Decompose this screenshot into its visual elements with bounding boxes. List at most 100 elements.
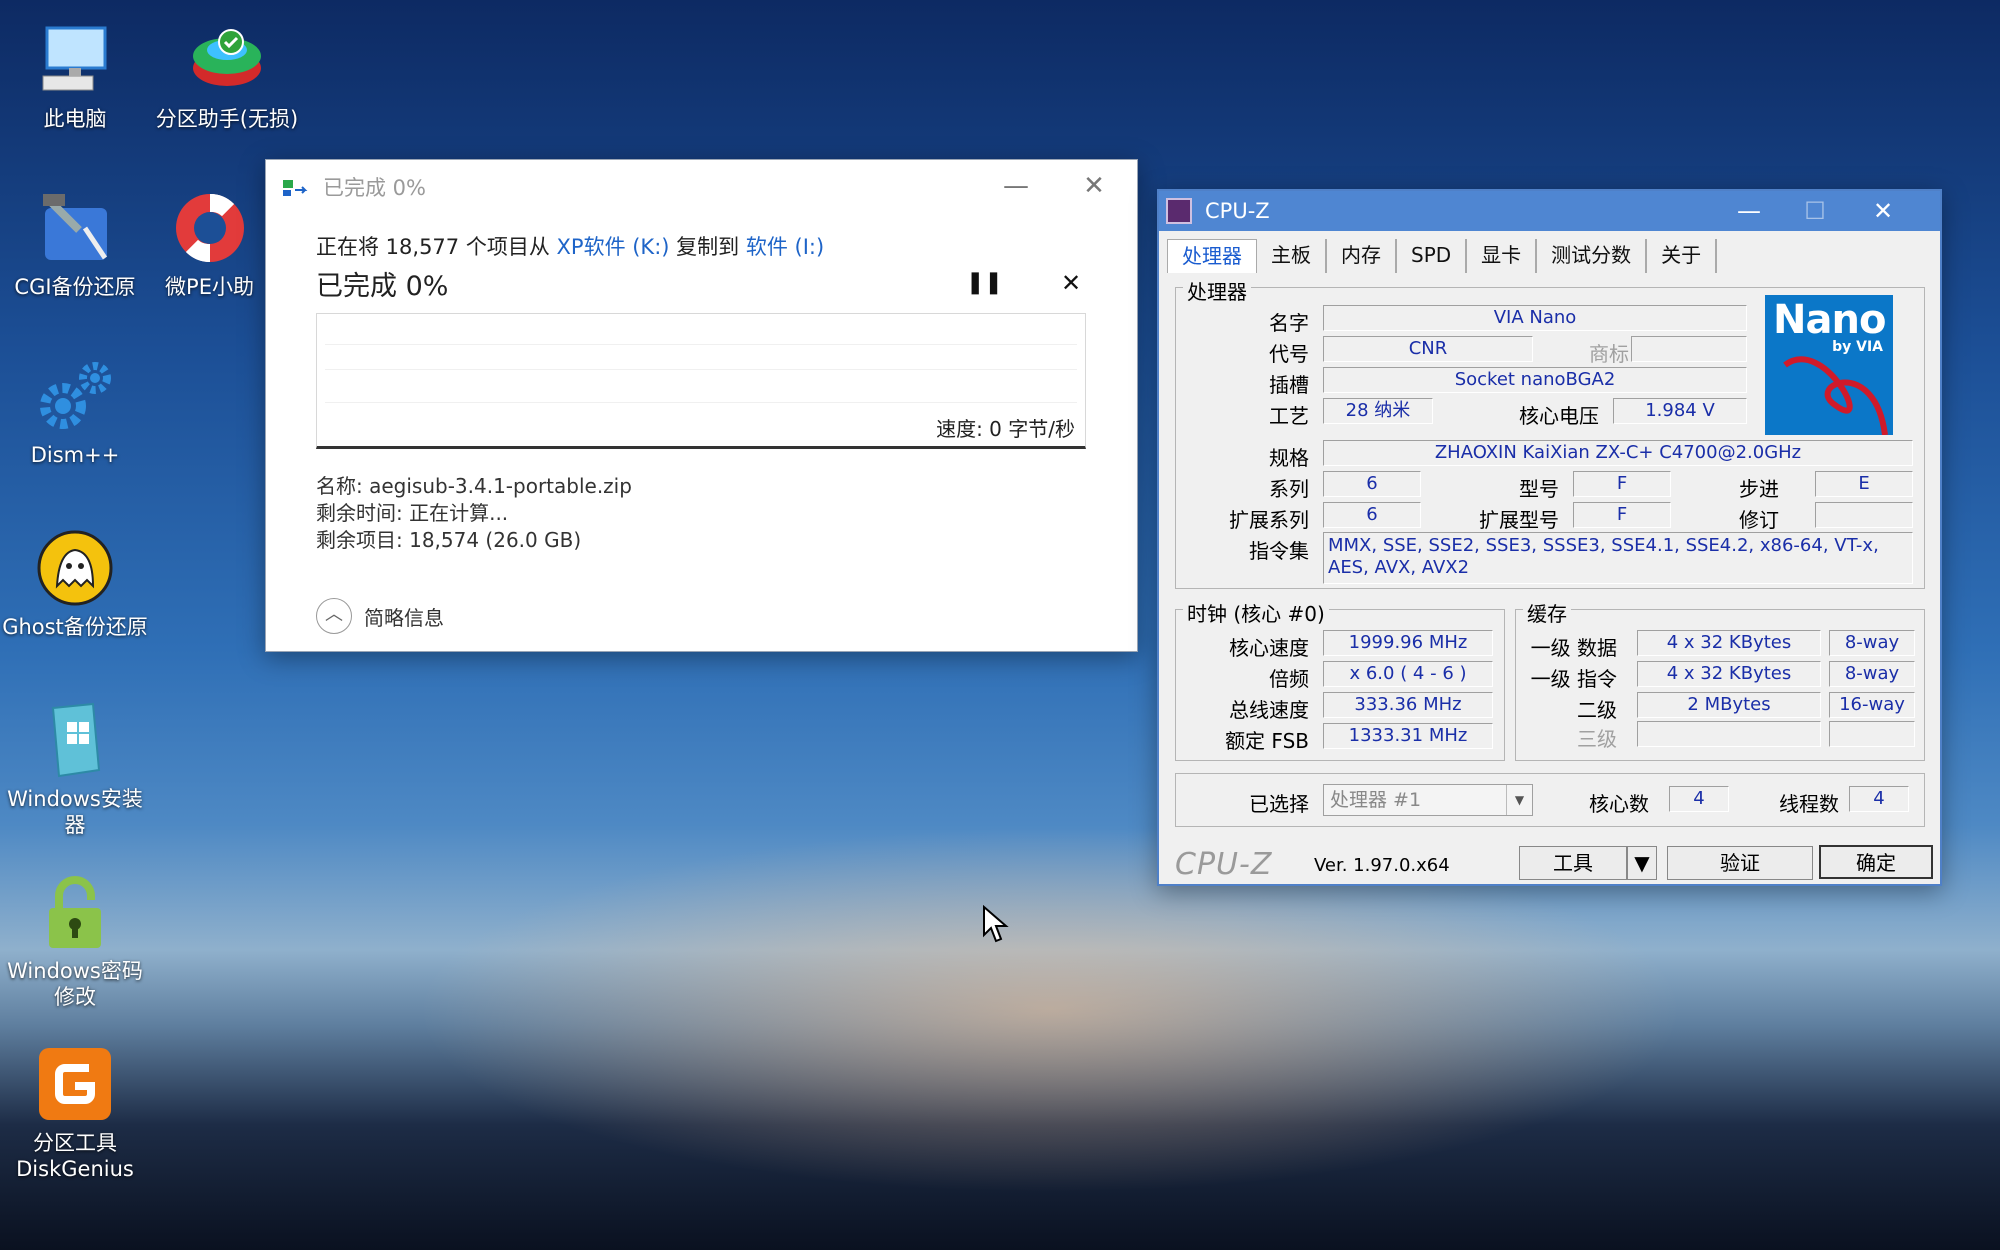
ext-model-value: F	[1573, 502, 1671, 528]
desktop-icon-label: Windows安装器	[7, 787, 143, 837]
codename-label: 代号	[1269, 342, 1309, 366]
copy-progress-heading: 已完成 0%	[316, 271, 449, 302]
instructions-value: MMX, SSE, SSE2, SSE3, SSSE3, SSE4.1, SSE…	[1323, 532, 1913, 584]
l2-way-value: 16-way	[1829, 692, 1915, 718]
desktop-icon-label: Windows密码修改	[7, 959, 143, 1009]
desktop-icon-windows-installer[interactable]: Windows安装器	[0, 700, 150, 838]
copy-items-remaining: 剩余项目: 18,574 (26.0 GB)	[316, 528, 582, 552]
trademark-label: 商标	[1589, 342, 1629, 366]
graph-gridline	[325, 402, 1077, 403]
desktop-icon-label: 分区助手(无损)	[155, 107, 299, 131]
desktop-icon-partition-assistant[interactable]: 分区助手(无损)	[152, 20, 302, 132]
tab-memory[interactable]: 内存	[1327, 239, 1397, 273]
ext-family-label: 扩展系列	[1229, 508, 1309, 532]
gears-icon	[35, 356, 115, 436]
cancel-copy-button[interactable]: ✕	[1056, 268, 1086, 298]
threads-value: 4	[1849, 786, 1909, 812]
padlock-icon	[35, 872, 115, 952]
copy-dialog-titlebar[interactable]: 已完成 0% — ✕	[266, 160, 1137, 212]
technology-value: 28 纳米	[1323, 398, 1433, 424]
diskgenius-icon	[35, 1044, 115, 1124]
brief-info-toggle[interactable]: ︿ 简略信息	[316, 598, 444, 634]
desktop-icon-label: 微PE小助	[165, 275, 254, 299]
model-label: 型号	[1519, 477, 1559, 501]
cpuz-maximize-button[interactable]: ☐	[1787, 193, 1843, 229]
cores-label: 核心数	[1589, 792, 1649, 816]
package-value: Socket nanoBGA2	[1323, 367, 1747, 393]
package-label: 插槽	[1269, 373, 1309, 397]
validate-button[interactable]: 验证	[1667, 846, 1813, 880]
l1i-label: 一级 指令	[1530, 667, 1617, 691]
core-speed-value: 1999.96 MHz	[1323, 630, 1493, 656]
cpuz-tabs: 处理器 主板 内存 SPD 显卡 测试分数 关于	[1167, 239, 1718, 273]
copy-transfer-icon	[283, 180, 311, 198]
desktop-icon-diskgenius[interactable]: 分区工具DiskGenius	[0, 1044, 150, 1182]
core-voltage-label: 核心电压	[1519, 404, 1599, 428]
copy-source-link[interactable]: XP软件 (K:)	[557, 235, 670, 259]
desktop-icon-dism[interactable]: Dism++	[0, 356, 150, 468]
revision-value	[1815, 502, 1913, 528]
tools-dropdown-button[interactable]: ▼	[1627, 846, 1657, 880]
model-value: F	[1573, 471, 1671, 497]
l3-label: 三级	[1577, 727, 1617, 751]
desktop-icon-ghost[interactable]: Ghost备份还原	[0, 528, 150, 640]
tab-graphics[interactable]: 显卡	[1467, 239, 1538, 273]
desktop-icon-this-pc[interactable]: 此电脑	[0, 20, 150, 132]
tab-spd[interactable]: SPD	[1397, 239, 1468, 273]
tools-button[interactable]: 工具	[1519, 846, 1627, 880]
cpuz-footer-logo: CPU-Z	[1175, 847, 1273, 882]
codename-value: CNR	[1323, 336, 1533, 362]
core-voltage-value: 1.984 V	[1613, 398, 1747, 424]
cores-value: 4	[1669, 786, 1729, 812]
rated-fsb-value: 1333.31 MHz	[1323, 723, 1493, 749]
graph-gridline	[325, 344, 1077, 345]
copy-dialog-title: 已完成 0%	[323, 176, 426, 200]
chevron-down-icon: ▼	[1506, 785, 1532, 815]
copy-description-prefix: 正在将 18,577 个项目从	[316, 235, 557, 259]
trademark-value	[1631, 336, 1747, 362]
desktop-icon-weipe[interactable]: 微PE小助	[152, 188, 267, 300]
tab-processor[interactable]: 处理器	[1167, 239, 1257, 273]
copy-minimize-button[interactable]: —	[996, 168, 1036, 204]
tab-mainboard[interactable]: 主板	[1257, 239, 1327, 273]
l1i-way-value: 8-way	[1829, 661, 1915, 687]
graph-gridline	[325, 369, 1077, 370]
chevron-down-icon: ▼	[1634, 851, 1650, 875]
l2-value: 2 MBytes	[1637, 692, 1821, 718]
desktop-icon-password-reset[interactable]: Windows密码修改	[0, 872, 150, 1010]
specification-label: 规格	[1269, 446, 1309, 470]
ok-button[interactable]: 确定	[1819, 845, 1933, 879]
copy-speed-graph: 速度: 0 字节/秒	[316, 313, 1086, 449]
core-speed-label: 核心速度	[1229, 636, 1309, 660]
tab-about[interactable]: 关于	[1647, 239, 1718, 273]
windows-installer-icon	[35, 700, 115, 780]
cpuz-minimize-button[interactable]: —	[1721, 193, 1777, 229]
rated-fsb-label: 额定 FSB	[1225, 729, 1309, 753]
cpuz-close-button[interactable]: ✕	[1855, 193, 1911, 229]
cpuz-window: CPU-Z — ☐ ✕ 处理器 主板 内存 SPD 显卡 测试分数 关于 处理器…	[1157, 189, 1942, 886]
cgi-backup-icon	[35, 188, 115, 268]
multiplier-label: 倍频	[1269, 667, 1309, 691]
chevron-up-icon: ︿	[316, 598, 352, 634]
multiplier-value: x 6.0 ( 4 - 6 )	[1323, 661, 1493, 687]
l1d-label: 一级 数据	[1530, 636, 1617, 660]
lifebuoy-icon	[170, 188, 250, 268]
desktop-icon-label: 此电脑	[43, 107, 107, 131]
desktop-icon-cgi-backup[interactable]: CGI备份还原	[0, 188, 150, 300]
cpuz-titlebar[interactable]: CPU-Z — ☐ ✕	[1159, 191, 1940, 231]
name-value: VIA Nano	[1323, 305, 1747, 331]
pause-button[interactable]: ❚❚	[966, 268, 1003, 298]
tab-bench[interactable]: 测试分数	[1537, 239, 1648, 273]
ext-model-label: 扩展型号	[1479, 508, 1559, 532]
processor-select[interactable]: 处理器 #1 ▼	[1323, 784, 1533, 816]
via-nano-logo: Nano by VIA	[1765, 295, 1893, 435]
ext-family-value: 6	[1323, 502, 1421, 528]
copy-destination-link[interactable]: 软件 (I:)	[746, 235, 824, 259]
brief-info-label: 简略信息	[364, 605, 444, 630]
l1d-way-value: 8-way	[1829, 630, 1915, 656]
l1d-value: 4 x 32 KBytes	[1637, 630, 1821, 656]
l2-label: 二级	[1577, 698, 1617, 722]
copy-close-button[interactable]: ✕	[1074, 168, 1114, 204]
stepping-value: E	[1815, 471, 1913, 497]
bus-speed-value: 333.36 MHz	[1323, 692, 1493, 718]
